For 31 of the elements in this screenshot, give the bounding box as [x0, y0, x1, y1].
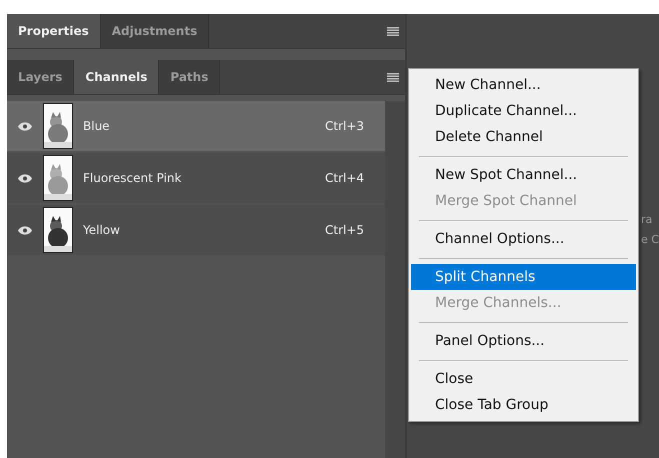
eye-icon[interactable]: [18, 174, 32, 182]
menu-item[interactable]: Panel Options...: [411, 328, 636, 354]
panel-tab[interactable]: Layers: [7, 60, 74, 94]
eye-icon[interactable]: [18, 122, 32, 130]
channel-row[interactable]: Blue Ctrl+3: [7, 101, 385, 151]
panel-tab[interactable]: Paths: [159, 60, 220, 94]
eye-icon[interactable]: [18, 226, 32, 234]
shortcut-label: Ctrl+4: [325, 171, 366, 185]
menu-item[interactable]: Close Tab Group: [411, 392, 636, 418]
panel-tab[interactable]: Channels: [74, 60, 160, 94]
channel-row[interactable]: Yellow Ctrl+5: [7, 205, 385, 255]
panel-tab[interactable]: Adjustments: [100, 14, 210, 48]
menu-item[interactable]: New Spot Channel...: [411, 162, 636, 188]
panel-menu-icon[interactable]: [387, 26, 399, 36]
menu-item[interactable]: New Channel...: [411, 72, 636, 98]
menu-item[interactable]: Split Channels: [411, 264, 636, 290]
menu-item[interactable]: Channel Options...: [411, 226, 636, 252]
menu-item[interactable]: Close: [411, 366, 636, 392]
menu-item[interactable]: Delete Channel: [411, 124, 636, 150]
background-text: ra: [641, 212, 652, 228]
channel-name: Fluorescent Pink: [83, 171, 182, 185]
shortcut-label: Ctrl+3: [325, 119, 366, 133]
scrollbar-track[interactable]: [385, 101, 405, 458]
channel-name: Yellow: [83, 223, 121, 237]
panel-menu-icon[interactable]: [387, 72, 399, 82]
channel-name: Blue: [83, 119, 111, 133]
shortcut-label: Ctrl+5: [325, 223, 366, 237]
menu-item[interactable]: Duplicate Channel...: [411, 98, 636, 124]
channel-row[interactable]: Fluorescent Pink Ctrl+4: [7, 153, 385, 203]
panel-tab[interactable]: Properties: [7, 14, 101, 48]
background-text: e C: [641, 232, 659, 248]
